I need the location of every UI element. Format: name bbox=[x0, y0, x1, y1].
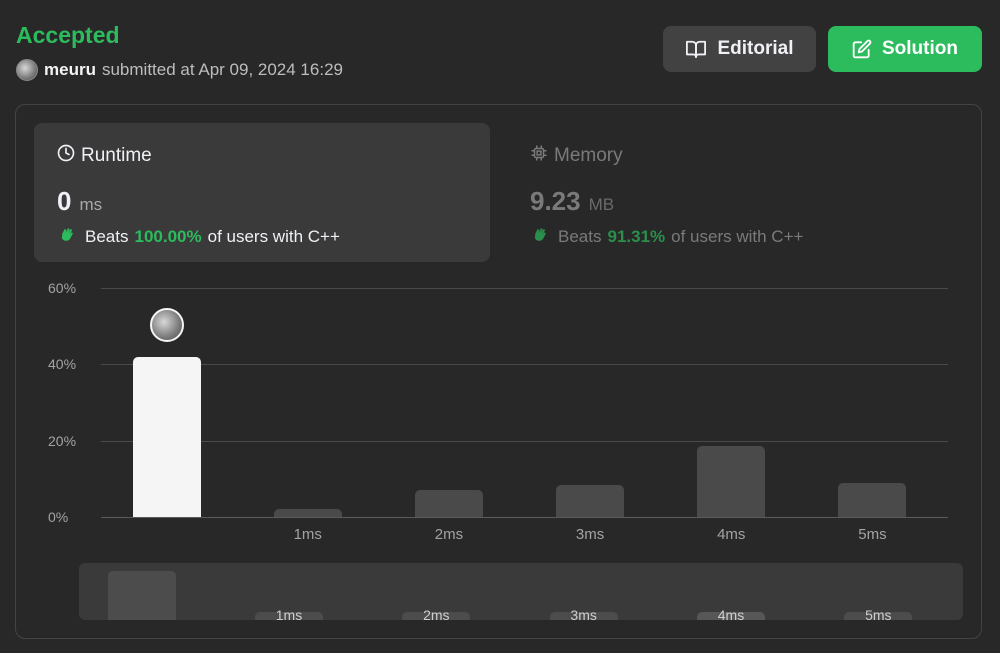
memory-header[interactable]: Memory bbox=[530, 144, 623, 168]
clap-icon bbox=[57, 224, 79, 249]
beats-label: Beats bbox=[558, 226, 602, 246]
gridline bbox=[101, 364, 948, 366]
distribution-overview-chart[interactable]: 1ms 2ms 3ms 4ms 5ms bbox=[79, 563, 963, 620]
bar-1ms[interactable] bbox=[273, 509, 342, 517]
runtime-number: 0 bbox=[57, 186, 72, 216]
mini-bar bbox=[107, 571, 176, 620]
x-tick-label: 2ms bbox=[434, 526, 464, 543]
memory-number: 9.23 bbox=[530, 186, 581, 216]
memory-label: Memory bbox=[554, 145, 623, 166]
x-tick-label: 3ms bbox=[575, 526, 605, 543]
bar-3ms[interactable] bbox=[556, 484, 625, 517]
bar-5ms[interactable] bbox=[838, 482, 907, 517]
solution-button-label: Solution bbox=[882, 38, 958, 59]
y-tick-label: 0% bbox=[48, 509, 69, 525]
solution-button[interactable]: Solution bbox=[828, 26, 982, 72]
x-tick-label: 4ms bbox=[717, 526, 746, 543]
y-tick-label: 60% bbox=[48, 280, 77, 296]
runtime-unit: ms bbox=[79, 195, 103, 214]
runtime-value: 0 ms bbox=[57, 186, 102, 217]
runtime-beats-percent: 100.00% bbox=[134, 226, 202, 246]
runtime-beats-suffix: of users with C++ bbox=[207, 226, 340, 246]
submission-info: meuru submitted at Apr 09, 2024 16:29 bbox=[16, 59, 343, 81]
memory-beats: Beats 91.31% of users with C++ bbox=[530, 224, 803, 249]
mini-tick-label: 4ms bbox=[717, 607, 745, 620]
editorial-button[interactable]: Editorial bbox=[663, 26, 816, 72]
mini-tick-label: 5ms bbox=[865, 607, 892, 620]
x-tick-label: 5ms bbox=[858, 526, 887, 543]
memory-value: 9.23 MB bbox=[530, 186, 614, 217]
mini-tick-label: 3ms bbox=[570, 607, 597, 620]
beats-label: Beats bbox=[85, 226, 129, 246]
gridline bbox=[101, 288, 948, 289]
username-link[interactable]: meuru bbox=[44, 60, 96, 80]
mini-tick-label: 1ms bbox=[275, 607, 303, 620]
runtime-label: Runtime bbox=[81, 145, 152, 166]
y-tick-label: 40% bbox=[48, 356, 77, 373]
edit-square-icon bbox=[852, 39, 872, 59]
user-avatar[interactable] bbox=[16, 59, 38, 81]
runtime-beats: Beats 100.00% of users with C++ bbox=[57, 224, 340, 249]
memory-beats-percent: 91.31% bbox=[607, 226, 666, 246]
x-tick-label: 1ms bbox=[293, 526, 322, 543]
x-axis bbox=[101, 517, 948, 518]
mini-tick-label: 2ms bbox=[423, 607, 450, 620]
memory-beats-suffix: of users with C++ bbox=[671, 226, 804, 246]
submitted-time: submitted at Apr 09, 2024 16:29 bbox=[101, 60, 343, 79]
bar-0ms[interactable] bbox=[132, 356, 201, 517]
editorial-button-label: Editorial bbox=[717, 38, 794, 59]
clock-icon bbox=[57, 144, 75, 168]
clap-icon bbox=[530, 224, 552, 249]
y-tick-label: 20% bbox=[48, 432, 77, 449]
bar-4ms[interactable] bbox=[697, 446, 766, 517]
book-open-icon bbox=[685, 39, 707, 59]
runtime-header: Runtime bbox=[57, 144, 152, 168]
bar-2ms[interactable] bbox=[414, 490, 483, 517]
memory-unit: MB bbox=[588, 195, 615, 214]
chip-icon bbox=[530, 144, 548, 168]
gridline bbox=[101, 440, 948, 442]
submission-status: Accepted bbox=[16, 22, 120, 48]
user-position-avatar bbox=[149, 307, 184, 342]
